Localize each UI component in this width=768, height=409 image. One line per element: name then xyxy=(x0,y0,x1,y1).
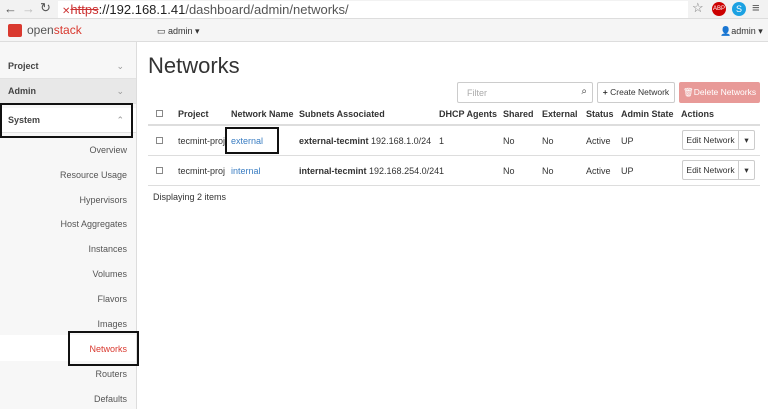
col-header-network-name[interactable]: Network Name xyxy=(231,109,294,119)
sidebar-item-resource-usage[interactable]: Resource Usage xyxy=(60,170,127,180)
sidebar-item-images[interactable]: Images xyxy=(97,319,127,329)
cell-shared: No xyxy=(503,136,515,146)
openstack-logo-icon xyxy=(8,24,22,37)
top-navbar: openstack ▭ admin ▾ 👤admin ▾ xyxy=(0,19,768,42)
project-selector[interactable]: ▭ admin ▾ xyxy=(157,26,200,37)
sidebar-section-admin[interactable]: Admin ⌄ xyxy=(0,79,136,104)
caret-down-icon[interactable]: ▾ xyxy=(738,130,755,150)
cell-shared: No xyxy=(503,166,515,176)
sidebar-item-hypervisors[interactable]: Hypervisors xyxy=(79,195,127,205)
cell-subnet: external-tecmint 192.168.1.0/24 xyxy=(299,136,432,146)
adblock-icon[interactable]: ABP xyxy=(712,2,726,16)
caret-down-icon[interactable]: ▾ xyxy=(738,160,755,180)
col-header-status[interactable]: Status xyxy=(586,109,614,119)
col-header-external[interactable]: External xyxy=(542,109,578,119)
chevron-down-icon: ⌄ xyxy=(116,86,124,96)
browser-toolbar: ← → ↻ ✕https://192.168.1.41/dashboard/ad… xyxy=(0,0,768,19)
create-network-button[interactable]: + Create Network xyxy=(597,82,675,103)
cell-external: No xyxy=(542,166,554,176)
col-header-subnets[interactable]: Subnets Associated xyxy=(299,109,385,119)
select-all-checkbox[interactable] xyxy=(156,110,163,117)
col-header-admin-state[interactable]: Admin State xyxy=(621,109,674,119)
search-icon: ⌕ xyxy=(581,86,587,97)
highlight-box xyxy=(0,103,133,138)
cell-project: tecmint-proj xyxy=(178,136,226,146)
skype-icon[interactable]: S xyxy=(732,2,746,16)
trash-icon: 🗑 xyxy=(682,87,694,97)
filter-input[interactable]: Filter ⌕ xyxy=(457,82,593,103)
row-checkbox[interactable] xyxy=(156,167,163,174)
col-header-dhcp[interactable]: DHCP Agents xyxy=(439,109,497,119)
divider xyxy=(148,155,760,156)
cell-dhcp: 1 xyxy=(439,136,445,146)
sidebar-section-project[interactable]: Project ⌄ xyxy=(0,54,136,79)
forward-icon[interactable]: → xyxy=(22,1,35,16)
sidebar-item-routers[interactable]: Routers xyxy=(95,369,127,379)
col-header-actions: Actions xyxy=(681,109,715,119)
logo-text[interactable]: openstack xyxy=(27,23,82,37)
item-count: Displaying 2 items xyxy=(153,192,227,202)
cell-dhcp: 1 xyxy=(439,166,445,176)
highlight-box xyxy=(225,127,279,154)
sidebar-item-instances[interactable]: Instances xyxy=(88,244,127,254)
user-icon: 👤 xyxy=(720,26,732,36)
sidebar: Project ⌄ Admin ⌄ System ⌃ Overview Resourc… xyxy=(0,42,139,409)
cell-external: No xyxy=(542,136,554,146)
user-menu[interactable]: 👤admin ▾ xyxy=(720,26,763,37)
col-header-shared[interactable]: Shared xyxy=(503,109,534,119)
window-icon: ▭ xyxy=(157,26,169,36)
sidebar-item-flavors[interactable]: Flavors xyxy=(97,294,127,304)
back-icon[interactable]: ← xyxy=(4,1,17,16)
edit-network-button[interactable]: Edit Network xyxy=(682,130,739,150)
chevron-down-icon: ⌄ xyxy=(116,61,124,71)
delete-networks-button[interactable]: 🗑Delete Networks xyxy=(679,82,760,103)
cell-status: Active xyxy=(586,136,611,146)
row-checkbox[interactable] xyxy=(156,137,163,144)
page-title: Networks xyxy=(148,53,240,78)
menu-icon[interactable]: ≡ xyxy=(752,0,760,15)
network-link[interactable]: internal xyxy=(231,166,261,176)
sidebar-item-host-aggregates[interactable]: Host Aggregates xyxy=(60,219,127,229)
address-bar[interactable]: ✕https://192.168.1.41/dashboard/admin/ne… xyxy=(58,1,688,18)
cell-subnet: internal-tecmint 192.168.254.0/24 xyxy=(299,166,440,176)
reload-icon[interactable]: ↻ xyxy=(40,0,51,16)
sidebar-item-defaults[interactable]: Defaults xyxy=(94,394,127,404)
edit-network-button[interactable]: Edit Network xyxy=(682,160,739,180)
cell-admin-state: UP xyxy=(621,136,634,146)
cell-status: Active xyxy=(586,166,611,176)
sidebar-item-volumes[interactable]: Volumes xyxy=(92,269,127,279)
highlight-box xyxy=(68,331,139,366)
sidebar-item-overview[interactable]: Overview xyxy=(89,145,127,155)
star-icon[interactable]: ☆ xyxy=(692,0,704,16)
col-header-project[interactable]: Project xyxy=(178,109,209,119)
divider xyxy=(148,185,760,186)
cell-project: tecmint-proj xyxy=(178,166,226,176)
divider xyxy=(148,124,760,126)
cell-admin-state: UP xyxy=(621,166,634,176)
